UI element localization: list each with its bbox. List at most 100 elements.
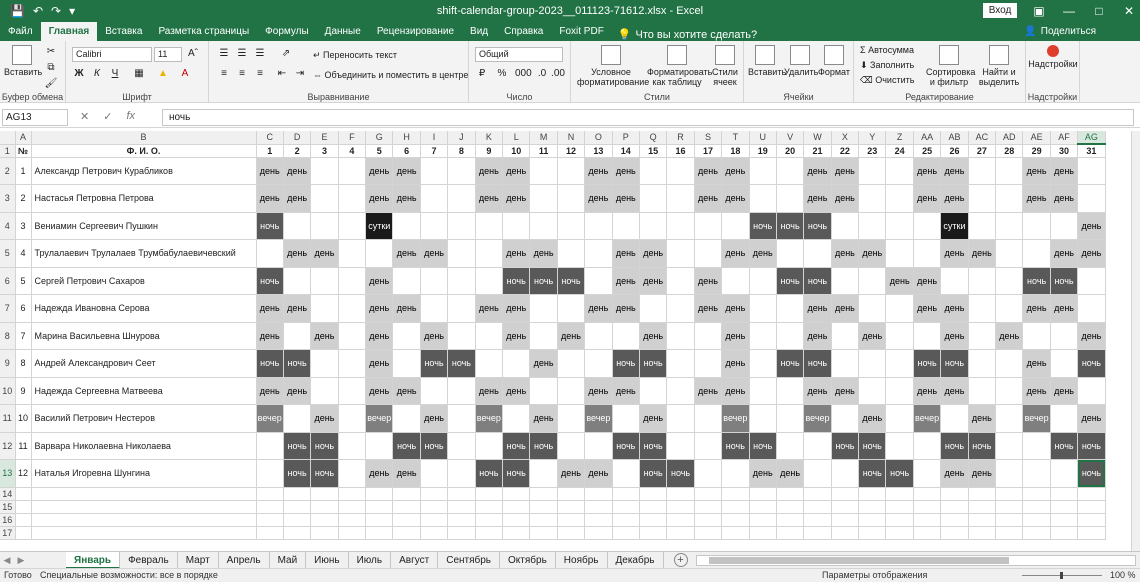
shift-cell[interactable]: день <box>612 267 640 295</box>
shift-cell[interactable]: день <box>721 184 750 213</box>
empty-cell[interactable] <box>749 500 777 514</box>
empty-cell[interactable] <box>803 526 832 540</box>
empty-cell[interactable] <box>283 500 312 514</box>
empty-cell[interactable] <box>858 526 887 540</box>
shift-cell[interactable]: день <box>1022 349 1051 378</box>
employee-number-cell[interactable]: 7 <box>15 322 32 350</box>
empty-cell[interactable] <box>1022 212 1051 240</box>
empty-cell[interactable] <box>1077 500 1106 514</box>
percent-icon[interactable]: % <box>495 67 509 81</box>
empty-cell[interactable] <box>283 513 312 527</box>
sheet-tab-11[interactable]: Ноябрь <box>556 551 608 569</box>
empty-cell[interactable] <box>502 526 531 540</box>
shift-cell[interactable]: день <box>831 184 860 213</box>
empty-cell[interactable] <box>885 184 914 213</box>
autosum-button[interactable]: Σ Автосумма <box>860 45 914 55</box>
column-header[interactable]: U <box>749 131 777 145</box>
shift-cell[interactable]: вечер <box>475 404 504 433</box>
empty-cell[interactable] <box>338 404 367 433</box>
empty-cell[interactable] <box>968 526 997 540</box>
empty-cell[interactable] <box>831 513 860 527</box>
sheet-tab-4[interactable]: Апрель <box>219 551 270 569</box>
empty-cell[interactable] <box>557 239 586 268</box>
empty-cell[interactable] <box>15 513 32 527</box>
empty-cell[interactable] <box>694 487 723 501</box>
empty-cell[interactable] <box>557 513 586 527</box>
empty-cell[interactable] <box>584 322 613 350</box>
empty-cell[interactable] <box>639 377 668 405</box>
shift-cell[interactable]: день <box>721 239 750 268</box>
shift-cell[interactable]: день <box>694 294 723 323</box>
empty-cell[interactable] <box>776 500 805 514</box>
empty-cell[interactable] <box>666 487 695 501</box>
shift-cell[interactable]: день <box>365 459 394 488</box>
empty-cell[interactable] <box>940 500 969 514</box>
row-header[interactable]: 14 <box>0 487 16 501</box>
empty-cell[interactable] <box>584 487 613 501</box>
employee-name-cell[interactable]: Андрей Александрович Сеет <box>31 349 257 378</box>
shift-cell[interactable]: день <box>529 349 558 378</box>
column-header[interactable]: AD <box>995 131 1024 145</box>
empty-cell[interactable] <box>639 212 668 240</box>
sheet-tab-7[interactable]: Июль <box>349 551 392 569</box>
shift-cell[interactable]: вечер <box>913 404 942 433</box>
row-header[interactable]: 12 <box>0 432 16 460</box>
empty-cell[interactable] <box>557 404 586 433</box>
empty-cell[interactable] <box>420 377 449 405</box>
empty-cell[interactable] <box>31 500 257 514</box>
underline-icon[interactable]: Ч <box>108 67 122 81</box>
header-cell[interactable]: 31 <box>1077 144 1106 158</box>
row-header[interactable]: 5 <box>0 239 16 268</box>
empty-cell[interactable] <box>475 212 504 240</box>
empty-cell[interactable] <box>612 322 640 350</box>
empty-cell[interactable] <box>913 487 942 501</box>
empty-cell[interactable] <box>885 432 914 460</box>
align-top-icon[interactable]: ☰ <box>217 47 231 61</box>
empty-cell[interactable] <box>338 239 367 268</box>
empty-cell[interactable] <box>885 212 914 240</box>
shift-cell[interactable]: день <box>283 294 312 323</box>
empty-cell[interactable] <box>447 157 476 185</box>
row-header[interactable]: 3 <box>0 184 16 213</box>
empty-cell[interactable] <box>858 500 887 514</box>
shift-cell[interactable]: ночь <box>776 212 805 240</box>
empty-cell[interactable] <box>913 513 942 527</box>
empty-cell[interactable] <box>420 459 449 488</box>
shift-cell[interactable]: ночь <box>557 267 586 295</box>
shift-cell[interactable]: день <box>639 322 668 350</box>
empty-cell[interactable] <box>420 487 449 501</box>
row-header[interactable]: 10 <box>0 377 16 405</box>
empty-cell[interactable] <box>557 294 586 323</box>
fill-button[interactable]: ⬇ Заполнить <box>860 60 914 70</box>
empty-cell[interactable] <box>502 212 531 240</box>
shift-cell[interactable]: день <box>831 377 860 405</box>
shift-cell[interactable]: день <box>392 157 421 185</box>
indent-increase-icon[interactable]: ⇥ <box>293 67 307 81</box>
empty-cell[interactable] <box>913 526 942 540</box>
empty-cell[interactable] <box>447 322 476 350</box>
empty-cell[interactable] <box>1022 432 1051 460</box>
empty-cell[interactable] <box>639 500 668 514</box>
header-cell[interactable]: 17 <box>694 144 723 158</box>
shift-cell[interactable]: день <box>256 157 284 185</box>
shift-cell[interactable]: день <box>940 459 969 488</box>
shift-cell[interactable]: день <box>940 377 969 405</box>
empty-cell[interactable] <box>831 267 860 295</box>
formula-input[interactable]: ночь <box>162 109 1134 126</box>
employee-name-cell[interactable]: Трулалаевич Трулалаев Трумбабулаевичевск… <box>31 239 257 268</box>
empty-cell[interactable] <box>365 513 394 527</box>
empty-cell[interactable] <box>913 500 942 514</box>
empty-cell[interactable] <box>666 404 695 433</box>
empty-cell[interactable] <box>338 267 367 295</box>
empty-cell[interactable] <box>584 349 613 378</box>
empty-cell[interactable] <box>310 267 339 295</box>
shift-cell[interactable]: день <box>557 459 586 488</box>
empty-cell[interactable] <box>749 294 777 323</box>
row-header[interactable]: 8 <box>0 322 16 350</box>
employee-number-cell[interactable]: 10 <box>15 404 32 433</box>
shift-cell[interactable]: ночь <box>885 459 914 488</box>
empty-cell[interactable] <box>749 184 777 213</box>
empty-cell[interactable] <box>1077 294 1106 323</box>
empty-cell[interactable] <box>283 487 312 501</box>
empty-cell[interactable] <box>995 157 1024 185</box>
